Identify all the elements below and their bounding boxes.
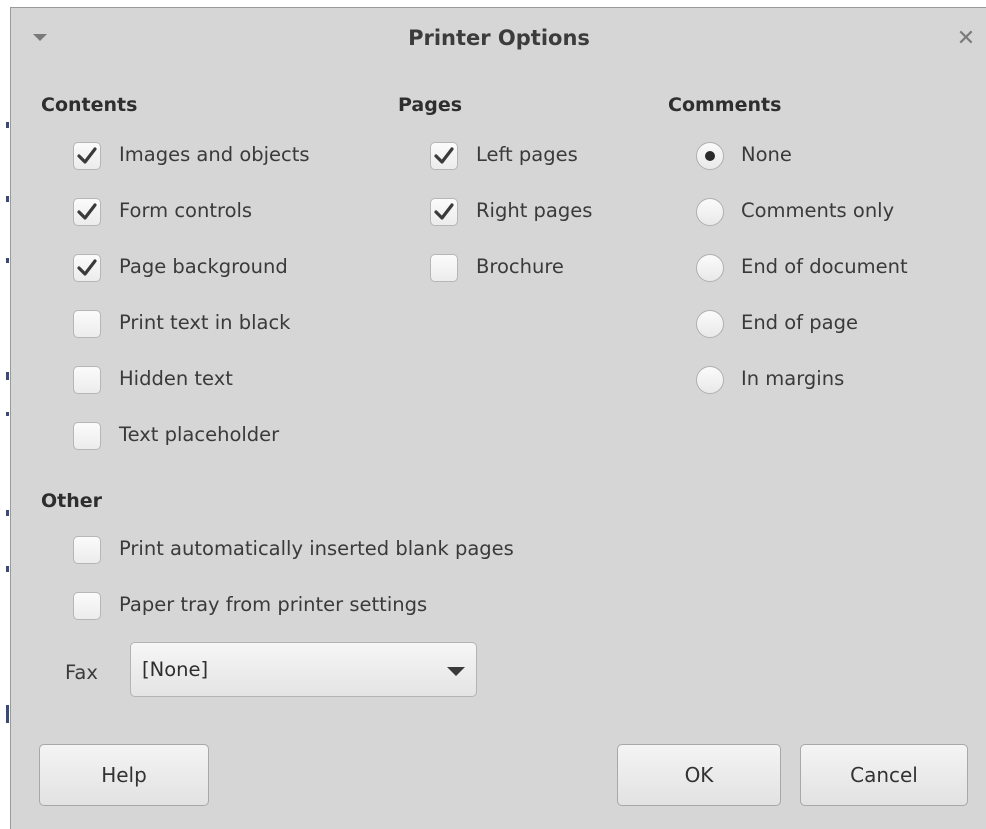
radio-label: Comments only [741,199,895,222]
dialog-title: Printer Options [408,26,590,50]
printer-options-dialog: Printer Options ✕ Contents Images and ob… [10,7,986,829]
ok-button[interactable]: OK [617,744,781,806]
checkbox-label: Print automatically inserted blank pages [119,537,514,560]
checkmark-icon [434,203,454,220]
edge-mark [6,196,9,202]
radio-label: None [741,143,792,166]
edge-mark [6,705,9,723]
radio-button[interactable] [696,142,724,170]
checkbox-label: Print text in black [119,311,291,334]
checkbox-box[interactable] [73,142,101,170]
radio-selected-dot [705,151,715,161]
checkbox-box[interactable] [73,198,101,226]
title-bar: Printer Options ✕ [11,8,986,72]
checkbox-box[interactable] [430,142,458,170]
fax-select-value: [None] [142,658,209,681]
checkmark-icon [77,203,97,220]
fax-select[interactable]: [None] [130,642,477,697]
other-heading: Other [41,490,103,512]
comments-heading: Comments [668,94,782,116]
checkbox-box[interactable] [73,592,101,620]
checkmark-icon [434,147,454,164]
radio-label: End of page [741,311,858,334]
edge-mark [6,566,9,572]
checkbox-label: Left pages [476,143,578,166]
checkbox-label: Brochure [476,255,564,278]
pages-heading: Pages [398,94,463,116]
edge-mark [6,258,9,263]
checkbox-box[interactable] [430,198,458,226]
checkmark-icon [77,147,97,164]
radio-label: In margins [741,367,845,390]
edge-mark [6,412,9,416]
checkbox-label: Page background [119,255,288,278]
radio-label: End of document [741,255,908,278]
fax-label: Fax [65,661,98,684]
checkbox-label: Form controls [119,199,253,222]
checkbox-box[interactable] [73,366,101,394]
edge-mark [6,510,9,516]
checkmark-icon [77,259,97,276]
background-window-edge [0,0,10,829]
radio-button[interactable] [696,254,724,282]
checkbox-box[interactable] [73,536,101,564]
radio-button[interactable] [696,366,724,394]
dropdown-arrow-icon [447,667,465,676]
checkbox-label: Images and objects [119,143,310,166]
checkbox-label: Hidden text [119,367,233,390]
checkbox-box[interactable] [430,254,458,282]
radio-button[interactable] [696,198,724,226]
contents-heading: Contents [41,94,138,116]
checkbox-label: Paper tray from printer settings [119,593,428,616]
cancel-button[interactable]: Cancel [800,744,968,806]
radio-button[interactable] [696,310,724,338]
checkbox-label: Right pages [476,199,593,222]
edge-mark [6,122,9,128]
checkbox-box[interactable] [73,254,101,282]
checkbox-label: Text placeholder [119,423,280,446]
close-icon[interactable]: ✕ [951,24,981,54]
checkbox-box[interactable] [73,310,101,338]
help-button[interactable]: Help [39,744,209,806]
checkbox-box[interactable] [73,422,101,450]
edge-mark [6,372,9,380]
